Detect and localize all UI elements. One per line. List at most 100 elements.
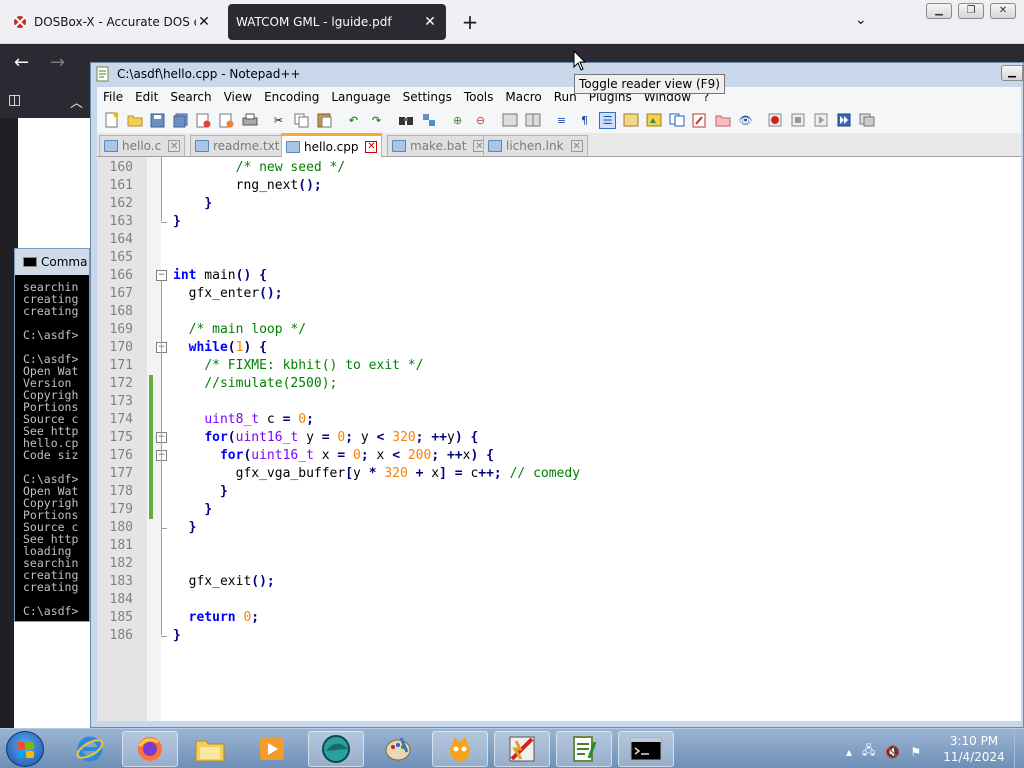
open-file-icon[interactable] (126, 112, 143, 129)
document-list-icon[interactable] (668, 112, 685, 129)
show-all-characters-icon[interactable]: ¶ (576, 112, 593, 129)
paste-icon[interactable] (316, 112, 333, 129)
browser-tab-dosbox[interactable]: DOSBox-X - Accurate DOS emu ✕ (4, 4, 220, 40)
code-line[interactable]: 184 (97, 591, 1021, 609)
network-icon[interactable]: 🖧 (862, 741, 875, 762)
code-line[interactable]: 177 gfx_vga_buffer[y * 320 + x] = c++; /… (97, 465, 1021, 483)
menu-encoding[interactable]: Encoding (258, 90, 325, 104)
chevron-up-icon[interactable]: ︿ (70, 92, 83, 111)
record-macro-icon[interactable] (766, 112, 783, 129)
tab-make-bat[interactable]: make.bat ✕ (387, 135, 491, 156)
code-line[interactable]: 161 rng_next(); (97, 177, 1021, 195)
code-line[interactable]: 166 − int main() { (97, 267, 1021, 285)
code-line[interactable]: 185 return 0; (97, 609, 1021, 627)
word-wrap-icon[interactable]: ≡ (553, 112, 570, 129)
action-center-flag-icon[interactable]: ⚑ (910, 745, 921, 759)
menu-file[interactable]: File (97, 90, 129, 104)
maximize-button[interactable]: ❐ (958, 3, 984, 19)
taskbar-firefox[interactable] (122, 731, 178, 767)
taskbar-file-explorer[interactable] (182, 731, 238, 767)
code-line[interactable]: 170− while(1) { (97, 339, 1021, 357)
close-icon[interactable]: ✕ (196, 14, 212, 30)
code-line[interactable]: 180 } (97, 519, 1021, 537)
code-line[interactable]: 168 (97, 303, 1021, 321)
close-file-icon[interactable] (195, 112, 212, 129)
code-line[interactable]: 186} (97, 627, 1021, 645)
code-line[interactable]: 179 } (97, 501, 1021, 519)
document-map-icon[interactable] (645, 112, 662, 129)
taskbar-paint[interactable] (370, 731, 426, 767)
volume-muted-icon[interactable]: 🔇 (885, 745, 900, 759)
indent-guide-icon[interactable]: ☰ (599, 111, 616, 129)
code-editor[interactable]: 160 /* new seed */161 rng_next(); 162 } 16… (97, 157, 1021, 721)
code-line[interactable]: 176− for(uint16_t x = 0; x < 200; ++x) { (97, 447, 1021, 465)
taskbar-notepad-plus-plus[interactable] (556, 731, 612, 767)
show-hidden-icons-icon[interactable]: ▴ (846, 745, 852, 759)
new-file-icon[interactable] (103, 112, 120, 129)
code-line[interactable]: 183 gfx_exit(); (97, 573, 1021, 591)
code-line[interactable]: 162 } (97, 195, 1021, 213)
save-all-icon[interactable] (172, 112, 189, 129)
fold-toggle-icon[interactable]: − (156, 270, 167, 281)
back-arrow-icon[interactable]: ← (14, 52, 29, 73)
find-icon[interactable] (397, 112, 414, 129)
code-line[interactable]: 178 } (97, 483, 1021, 501)
zoom-out-icon[interactable]: ⊖ (472, 112, 489, 129)
tab-hello-cpp[interactable]: hello.cpp ✕ (281, 133, 383, 157)
close-icon[interactable]: ✕ (422, 14, 438, 30)
taskbar-media-player[interactable] (244, 731, 300, 767)
menu-tools[interactable]: Tools (458, 90, 500, 104)
tab-hello-c[interactable]: hello.c ✕ (99, 135, 186, 156)
stop-macro-icon[interactable] (789, 112, 806, 129)
menu-edit[interactable]: Edit (129, 90, 164, 104)
function-list-icon[interactable] (691, 112, 708, 129)
code-line[interactable]: 173 (97, 393, 1021, 411)
code-line[interactable]: 163} (97, 213, 1021, 231)
taskbar-command-prompt[interactable] (618, 731, 674, 767)
cmd-title-bar[interactable]: Comma (15, 249, 89, 275)
command-prompt-window[interactable]: Comma searchin creating creating C:\asdf> C:… (14, 248, 90, 622)
replace-icon[interactable] (420, 112, 437, 129)
code-line[interactable]: 169 /* main loop */ (97, 321, 1021, 339)
code-line[interactable]: 167 gfx_enter(); (97, 285, 1021, 303)
close-tab-icon[interactable]: ✕ (168, 140, 181, 152)
close-tab-icon[interactable]: ✕ (570, 140, 583, 152)
user-language-icon[interactable] (622, 112, 639, 129)
taskbar-internet-explorer[interactable] (62, 731, 118, 767)
tab-lichen-lnk[interactable]: lichen.lnk ✕ (483, 135, 588, 156)
code-line[interactable]: 181 (97, 537, 1021, 555)
menu-view[interactable]: View (218, 90, 258, 104)
code-line[interactable]: 165 (97, 249, 1021, 267)
clock[interactable]: 3:10 PM 11/4/2024 (938, 733, 1010, 765)
menu-macro[interactable]: Macro (499, 90, 547, 104)
minimize-button[interactable]: ▁ (1001, 65, 1023, 81)
run-macro-multiple-icon[interactable] (835, 112, 852, 129)
code-line[interactable]: 172 //simulate(2500); (97, 375, 1021, 393)
code-line[interactable]: 164 (97, 231, 1021, 249)
sync-horizontal-icon[interactable] (524, 112, 541, 129)
show-desktop-button[interactable] (1014, 729, 1024, 768)
play-macro-icon[interactable] (812, 112, 829, 129)
menu-settings[interactable]: Settings (397, 90, 458, 104)
save-icon[interactable] (149, 112, 166, 129)
taskbar-app-teal[interactable] (308, 731, 364, 767)
minimize-button[interactable]: ▁ (926, 3, 952, 19)
copy-icon[interactable] (293, 112, 310, 129)
npp-title-bar[interactable]: C:\asdf\hello.cpp - Notepad++ ▁ (91, 63, 1023, 85)
browser-tab-pdf[interactable]: WATCOM GML - lguide.pdf ✕ (228, 4, 446, 40)
new-tab-button[interactable]: + (458, 10, 482, 34)
close-all-icon[interactable] (218, 112, 235, 129)
close-window-button[interactable]: ✕ (990, 3, 1016, 19)
code-line[interactable]: 171 /* FIXME: kbhit() to exit */ (97, 357, 1021, 375)
taskbar-dosbox-x[interactable] (494, 731, 550, 767)
cut-icon[interactable]: ✂ (270, 112, 287, 129)
notepad-plus-plus-window[interactable]: C:\asdf\hello.cpp - Notepad++ ▁ File Edit… (90, 62, 1024, 728)
taskbar-scratch[interactable] (432, 731, 488, 767)
code-line[interactable]: 175− for(uint16_t y = 0; y < 320; ++y) { (97, 429, 1021, 447)
save-macro-icon[interactable] (858, 112, 875, 129)
menu-language[interactable]: Language (325, 90, 396, 104)
zoom-in-icon[interactable]: ⊕ (449, 112, 466, 129)
monitoring-eye-icon[interactable]: 👁 (737, 112, 754, 129)
code-line[interactable]: 160 /* new seed */ (97, 159, 1021, 177)
close-tab-icon[interactable]: ✕ (365, 140, 378, 153)
